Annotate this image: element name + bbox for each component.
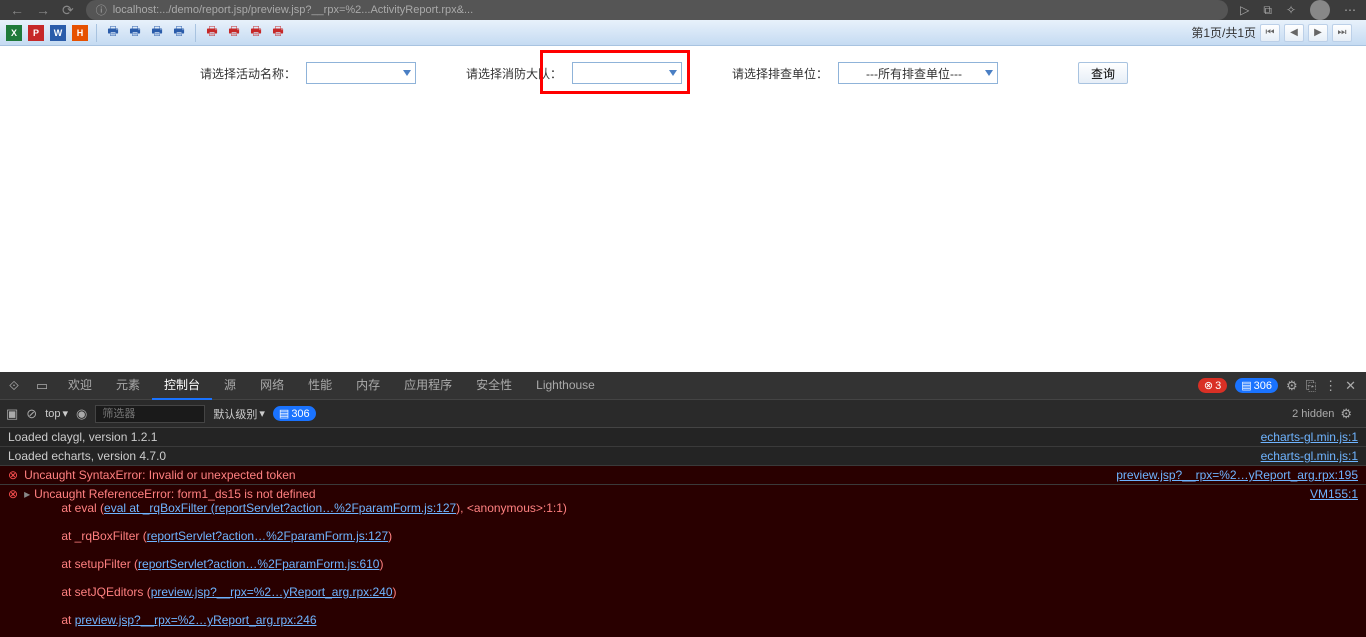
log-source-link[interactable]: echarts-gl.min.js:1 xyxy=(1261,449,1358,463)
menu-icon[interactable]: ⋯ xyxy=(1344,3,1356,17)
stack-link[interactable]: preview.jsp?__rpx=%2…yReport_arg.rpx:246 xyxy=(75,613,317,627)
report-viewer: X P W H 🖶 🖶 🖶 🖶 🖶 🖶 🖶 🖶 第1页/共1页 ⏮ ◀ ▶ ⏭ xyxy=(0,20,1366,372)
tabs-icon[interactable]: ⧉ xyxy=(1263,3,1272,18)
tab-memory[interactable]: 内存 xyxy=(344,372,392,400)
tab-network[interactable]: 网络 xyxy=(248,372,296,400)
devtools-panel: ⟐ ▭ 欢迎 元素 控制台 源 网络 性能 内存 应用程序 安全性 Lighth… xyxy=(0,372,1366,637)
export-excel-icon[interactable]: X xyxy=(6,25,22,41)
share-icon[interactable]: ▷ xyxy=(1240,3,1249,17)
print-icon-3[interactable]: 🖶 xyxy=(149,25,165,41)
stack-link[interactable]: reportServlet?action…%2FparamForm.js:127 xyxy=(147,529,388,543)
export-html-icon[interactable]: H xyxy=(72,25,88,41)
close-icon[interactable]: ✕ xyxy=(1345,378,1356,394)
tab-security[interactable]: 安全性 xyxy=(464,372,524,400)
filter-input[interactable] xyxy=(95,405,205,423)
pagination-text: 第1页/共1页 xyxy=(1191,24,1256,41)
print-icon-1[interactable]: 🖶 xyxy=(105,25,121,41)
level-count-badge[interactable]: ▤306 xyxy=(273,406,316,421)
devtools-tabs: ⟐ ▭ 欢迎 元素 控制台 源 网络 性能 内存 应用程序 安全性 Lighth… xyxy=(0,372,1366,400)
chevron-down-icon xyxy=(669,70,677,76)
collections-icon[interactable]: ✧ xyxy=(1286,3,1296,17)
query-button[interactable]: 查询 xyxy=(1078,62,1128,84)
print-red-icon-4[interactable]: 🖶 xyxy=(270,25,286,41)
avatar-icon[interactable] xyxy=(1310,0,1330,20)
filter-form: 请选择活动名称： 请选择消防大队： 请选择排查单位： ---所有排查单位--- … xyxy=(0,46,1366,100)
tab-elements[interactable]: 元素 xyxy=(104,372,152,400)
device-icon[interactable]: ▭ xyxy=(28,378,56,394)
page-next-button[interactable]: ▶ xyxy=(1308,24,1328,42)
page-first-button[interactable]: ⏮ xyxy=(1260,24,1280,42)
label-unit: 请选择排查单位： xyxy=(732,65,828,82)
error-icon: ⊗ xyxy=(8,468,18,482)
browser-address-bar: ← → ⟳ ⓘ localhost:.../demo/report.jsp/pr… xyxy=(0,0,1366,20)
print-red-icon-1[interactable]: 🖶 xyxy=(204,25,220,41)
report-toolbar: X P W H 🖶 🖶 🖶 🖶 🖶 🖶 🖶 🖶 第1页/共1页 ⏮ ◀ ▶ ⏭ xyxy=(0,20,1366,46)
log-message: Loaded claygl, version 1.2.1 xyxy=(8,430,1261,444)
nav-back-icon[interactable]: ← xyxy=(10,2,24,18)
print-icon-4[interactable]: 🖶 xyxy=(171,25,187,41)
context-selector[interactable]: top ▾ xyxy=(45,407,68,420)
export-pdf-icon[interactable]: P xyxy=(28,25,44,41)
gear-icon[interactable]: ⚙ xyxy=(1286,378,1298,394)
nav-reload-icon[interactable]: ⟳ xyxy=(62,2,74,19)
url-text: localhost:.../demo/report.jsp/preview.js… xyxy=(113,4,473,16)
more-icon[interactable]: ⋮ xyxy=(1324,378,1337,394)
console-output: Loaded claygl, version 1.2.1echarts-gl.m… xyxy=(0,428,1366,637)
print-red-icon-3[interactable]: 🖶 xyxy=(248,25,264,41)
print-red-icon-2[interactable]: 🖶 xyxy=(226,25,242,41)
log-source-link[interactable]: preview.jsp?__rpx=%2…yReport_arg.rpx:195 xyxy=(1116,468,1358,482)
chevron-down-icon xyxy=(985,70,993,76)
export-word-icon[interactable]: W xyxy=(50,25,66,41)
tab-lighthouse[interactable]: Lighthouse xyxy=(524,372,607,400)
select-activity[interactable] xyxy=(306,62,416,84)
page-last-button[interactable]: ⏭ xyxy=(1332,24,1352,42)
label-activity: 请选择活动名称： xyxy=(200,65,296,82)
settings-gear-icon[interactable]: ⚙ xyxy=(1340,406,1352,422)
tab-welcome[interactable]: 欢迎 xyxy=(56,372,104,400)
eye-icon[interactable]: ◉ xyxy=(76,406,87,422)
inspect-icon[interactable]: ⟐ xyxy=(0,378,28,394)
message-count-badge[interactable]: ▤306 xyxy=(1235,378,1278,393)
nav-forward-icon[interactable]: → xyxy=(36,2,50,18)
tab-sources[interactable]: 源 xyxy=(212,372,248,400)
page-prev-button[interactable]: ◀ xyxy=(1284,24,1304,42)
tab-performance[interactable]: 性能 xyxy=(296,372,344,400)
log-source-link[interactable]: VM155:1 xyxy=(1310,487,1358,637)
stack-link[interactable]: eval at _rqBoxFilter (reportServlet?acti… xyxy=(104,501,456,515)
dock-icon[interactable]: ⎘ xyxy=(1306,378,1316,394)
chevron-down-icon xyxy=(403,70,411,76)
log-message: Loaded echarts, version 4.7.0 xyxy=(8,449,1261,463)
log-source-link[interactable]: echarts-gl.min.js:1 xyxy=(1261,430,1358,444)
stack-link[interactable]: reportServlet?action…%2FparamForm.js:610 xyxy=(138,557,379,571)
url-field[interactable]: ⓘ localhost:.../demo/report.jsp/preview.… xyxy=(86,0,1228,20)
log-message: ⊗Uncaught SyntaxError: Invalid or unexpe… xyxy=(8,468,1116,482)
stack-link[interactable]: preview.jsp?__rpx=%2…yReport_arg.rpx:240 xyxy=(151,585,393,599)
error-icon: ⊗ xyxy=(8,487,18,501)
tab-application[interactable]: 应用程序 xyxy=(392,372,464,400)
tab-console[interactable]: 控制台 xyxy=(152,372,212,400)
log-message: ⊗▸Uncaught ReferenceError: form1_ds15 is… xyxy=(8,487,1310,637)
expand-triangle-icon[interactable]: ▸ xyxy=(24,487,30,501)
error-count-badge[interactable]: ⊗3 xyxy=(1198,378,1227,393)
clear-console-icon[interactable]: ⊘ xyxy=(26,406,37,422)
level-selector[interactable]: 默认级别 ▾ xyxy=(213,406,265,422)
label-brigade: 请选择消防大队： xyxy=(466,65,562,82)
console-toggle-icon[interactable]: ▣ xyxy=(6,406,18,422)
select-unit[interactable]: ---所有排查单位--- xyxy=(838,62,998,84)
select-brigade[interactable] xyxy=(572,62,682,84)
console-controls: ▣ ⊘ top ▾ ◉ 默认级别 ▾ ▤306 2 hidden ⚙ xyxy=(0,400,1366,428)
print-icon-2[interactable]: 🖶 xyxy=(127,25,143,41)
hidden-count: 2 hidden xyxy=(1292,408,1334,420)
